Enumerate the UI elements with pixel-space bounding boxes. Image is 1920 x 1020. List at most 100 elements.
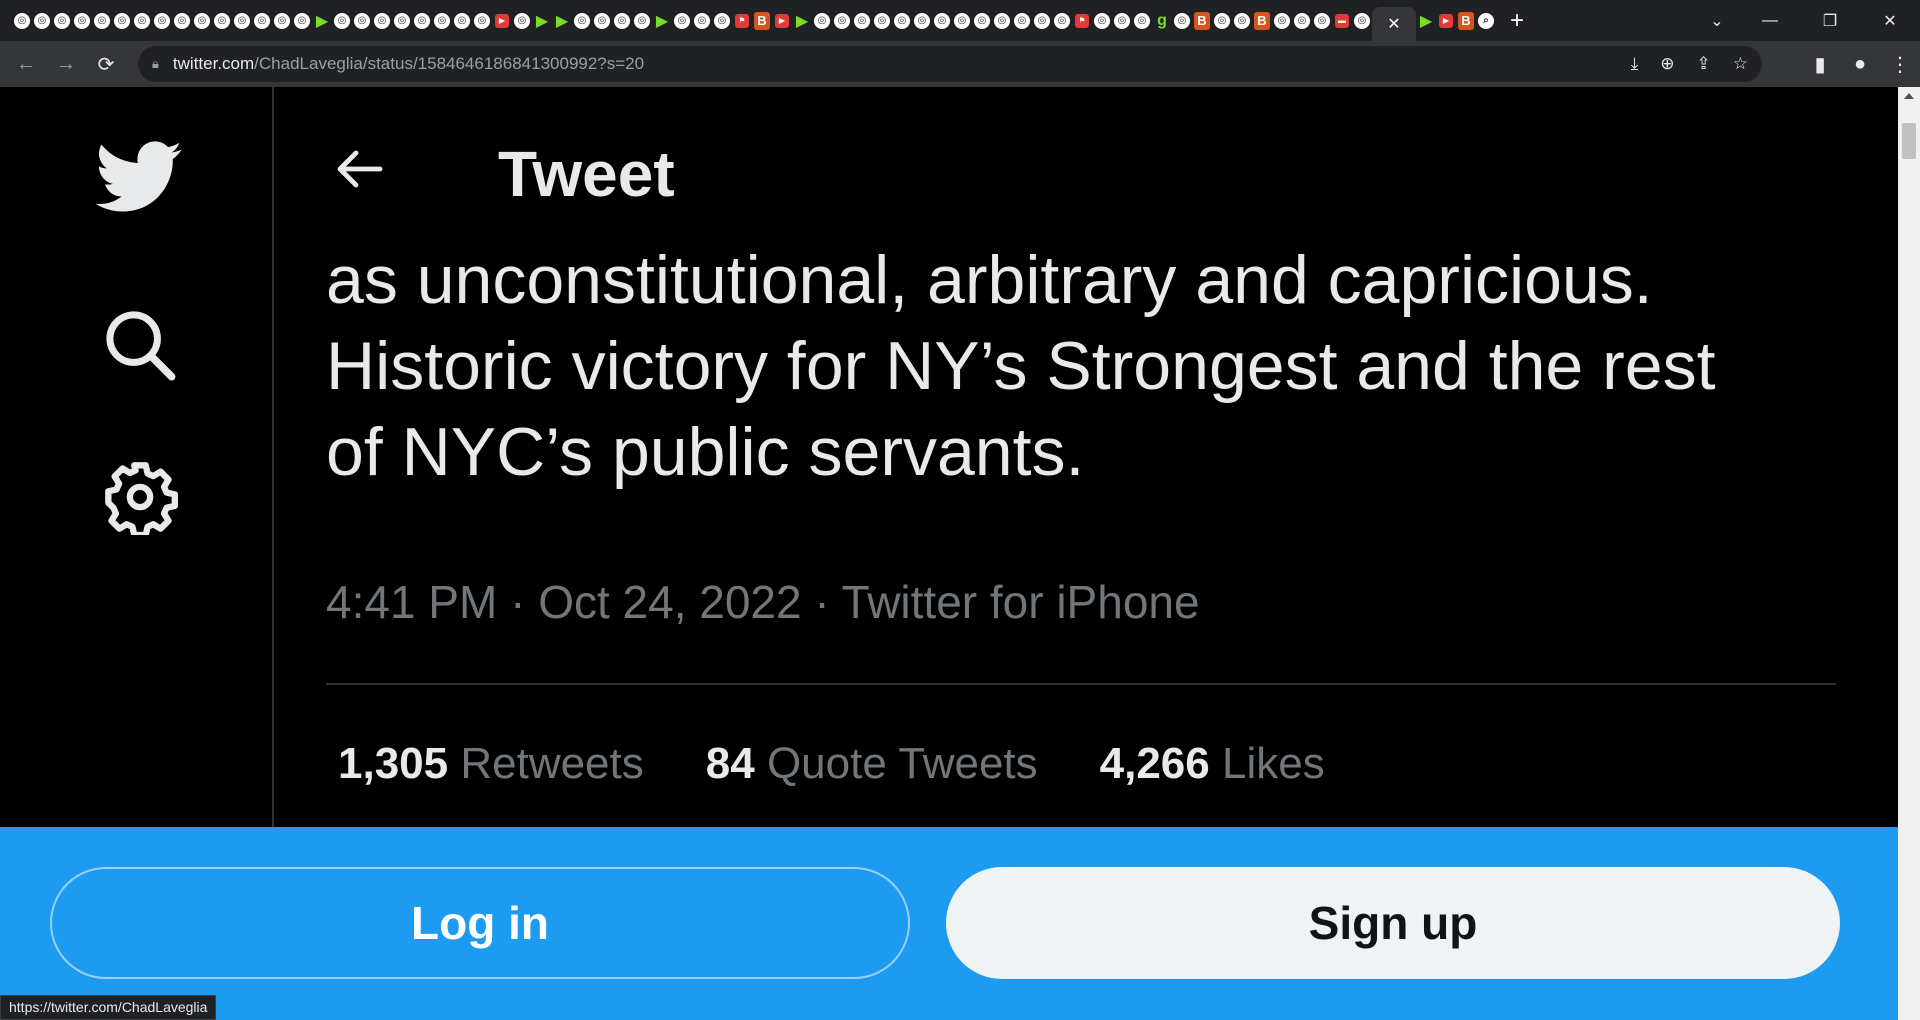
tab-favicon-icon[interactable]: ◎: [1274, 12, 1290, 29]
lock-icon[interactable]: 🔒︎: [152, 56, 159, 72]
tweet-timestamp[interactable]: 4:41 PM · Oct 24, 2022 · Twitter for iPh…: [326, 575, 1200, 629]
close-tab-icon[interactable]: ✕: [1387, 14, 1400, 34]
tab-favicon-icon[interactable]: ◎: [1054, 12, 1070, 29]
tab-favicon-icon[interactable]: ◎: [154, 12, 170, 29]
play-favicon-icon[interactable]: ▶: [1416, 11, 1436, 31]
forward-nav-icon[interactable]: →: [46, 41, 86, 87]
back-nav-icon[interactable]: ←: [6, 41, 46, 87]
reload-icon[interactable]: ⟳: [86, 41, 126, 87]
search-icon[interactable]: [92, 297, 188, 393]
play-favicon-icon[interactable]: ▶: [792, 11, 812, 31]
likes-stat[interactable]: 4,266 Likes: [1100, 739, 1325, 789]
tab-favicon-icon[interactable]: ◎: [94, 12, 110, 29]
back-arrow-icon[interactable]: [330, 139, 390, 199]
address-bar[interactable]: 🔒︎ twitter.com/ChadLaveglia/status/15846…: [138, 46, 1762, 82]
tab-favicon-icon[interactable]: ◎: [54, 12, 70, 29]
quote-tweets-stat[interactable]: 84 Quote Tweets: [706, 739, 1038, 789]
flag-favicon-icon[interactable]: ⚑: [1075, 13, 1089, 28]
restore-icon[interactable]: ❐: [1800, 0, 1860, 41]
tab-favicon-icon[interactable]: ◎: [374, 12, 390, 29]
tab-favicon-icon[interactable]: ◎: [114, 12, 130, 29]
twitter-logo-icon[interactable]: [92, 137, 188, 217]
tab-favicon-icon[interactable]: ◎: [1094, 12, 1110, 29]
youtube-favicon-icon[interactable]: ▶: [1439, 13, 1453, 28]
tab-favicon-icon[interactable]: ◎: [474, 12, 490, 29]
tab-favicon-icon[interactable]: ◎: [294, 12, 310, 29]
tab-favicon-icon[interactable]: ◎: [174, 12, 190, 29]
tab-favicon-icon[interactable]: ◎: [934, 12, 950, 29]
tab-favicon-icon[interactable]: ◎: [194, 12, 210, 29]
tab-favicon-icon[interactable]: ◎: [574, 12, 590, 29]
search-favicon-icon[interactable]: ⌕: [1478, 12, 1494, 29]
tab-favicon-icon[interactable]: ◎: [1134, 12, 1150, 29]
tab-favicon-icon[interactable]: ◎: [74, 12, 90, 29]
play-favicon-icon[interactable]: ▶: [552, 11, 572, 31]
signup-button[interactable]: Sign up: [946, 867, 1840, 979]
tab-favicon-icon[interactable]: ◎: [914, 12, 930, 29]
tab-favicon-icon[interactable]: ◎: [354, 12, 370, 29]
tab-favicon-icon[interactable]: ◎: [1034, 12, 1050, 29]
tab-search-icon[interactable]: ⌄: [1694, 0, 1740, 41]
tab-favicon-icon[interactable]: ◎: [134, 12, 150, 29]
tab-favicon-icon[interactable]: ◎: [434, 12, 450, 29]
tab-favicon-icon[interactable]: ◎: [1114, 12, 1130, 29]
share-icon[interactable]: ⇪: [1697, 54, 1711, 74]
b-favicon-icon[interactable]: B: [754, 11, 770, 30]
tab-favicon-icon[interactable]: ◎: [1014, 12, 1030, 29]
tab-favicon-icon[interactable]: ◎: [1214, 12, 1230, 29]
tab-favicon-icon[interactable]: ◎: [514, 12, 530, 29]
tab-favicon-icon[interactable]: ◎: [234, 12, 250, 29]
tab-favicon-icon[interactable]: ◎: [594, 12, 610, 29]
minimize-icon[interactable]: —: [1740, 0, 1800, 41]
tab-favicon-icon[interactable]: ◎: [394, 12, 410, 29]
close-window-icon[interactable]: ✕: [1860, 0, 1920, 41]
page-scrollbar[interactable]: [1898, 87, 1920, 1020]
tab-favicon-icon[interactable]: ◎: [814, 12, 830, 29]
flag-favicon-icon[interactable]: ⚑: [735, 13, 749, 28]
tab-favicon-icon[interactable]: ◎: [1354, 12, 1370, 29]
b-favicon-icon[interactable]: B: [1254, 11, 1270, 30]
tab-favicon-icon[interactable]: ◎: [254, 12, 270, 29]
tab-favicon-icon[interactable]: ◎: [34, 12, 50, 29]
new-tab-icon[interactable]: +: [1510, 7, 1524, 35]
tab-favicon-icon[interactable]: ◎: [714, 12, 730, 29]
scrollbar-thumb[interactable]: [1902, 123, 1916, 159]
tab-favicon-icon[interactable]: ◎: [1174, 12, 1190, 29]
menu-icon[interactable]: ⋮: [1880, 41, 1920, 87]
tab-favicon-icon[interactable]: ◎: [614, 12, 630, 29]
tab-favicon-icon[interactable]: ◎: [334, 12, 350, 29]
tab-favicon-icon[interactable]: ◎: [994, 12, 1010, 29]
tab-favicon-icon[interactable]: ◎: [274, 12, 290, 29]
zoom-icon[interactable]: ⊕: [1660, 54, 1674, 74]
tab-favicon-icon[interactable]: ◎: [854, 12, 870, 29]
tab-favicon-icon[interactable]: ◎: [14, 12, 30, 29]
install-icon[interactable]: ⤓: [1631, 54, 1639, 74]
tab-favicon-icon[interactable]: ◎: [874, 12, 890, 29]
tab-favicon-icon[interactable]: ◎: [834, 12, 850, 29]
b-favicon-icon[interactable]: B: [1194, 11, 1210, 30]
bookmark-favicon-icon[interactable]: ▬: [1335, 13, 1349, 28]
tab-favicon-icon[interactable]: ◎: [414, 12, 430, 29]
youtube-favicon-icon[interactable]: ▶: [495, 13, 509, 28]
play-favicon-icon[interactable]: ▶: [652, 11, 672, 31]
side-panel-icon[interactable]: ▮: [1800, 41, 1840, 87]
youtube-favicon-icon[interactable]: ▶: [775, 13, 789, 28]
tab-favicon-icon[interactable]: ◎: [954, 12, 970, 29]
tab-favicon-icon[interactable]: ◎: [634, 12, 650, 29]
active-tab[interactable]: ✕: [1372, 7, 1416, 41]
tab-favicon-icon[interactable]: ◎: [1234, 12, 1250, 29]
tab-favicon-icon[interactable]: ◎: [694, 12, 710, 29]
profile-icon[interactable]: ●: [1840, 41, 1880, 87]
retweets-stat[interactable]: 1,305 Retweets: [338, 739, 644, 789]
tab-favicon-icon[interactable]: ◎: [674, 12, 690, 29]
tab-favicon-icon[interactable]: ◎: [894, 12, 910, 29]
tab-favicon-icon[interactable]: ◎: [974, 12, 990, 29]
scroll-up-arrow-icon[interactable]: [1904, 93, 1914, 99]
settings-gear-icon[interactable]: [92, 449, 188, 545]
b-favicon-icon[interactable]: B: [1458, 11, 1474, 30]
play-favicon-icon[interactable]: ▶: [312, 11, 332, 31]
tab-favicon-icon[interactable]: ◎: [1294, 12, 1310, 29]
login-button[interactable]: Log in: [50, 867, 910, 979]
bookmark-star-icon[interactable]: ☆: [1733, 54, 1748, 74]
g-favicon-icon[interactable]: g: [1152, 11, 1172, 31]
